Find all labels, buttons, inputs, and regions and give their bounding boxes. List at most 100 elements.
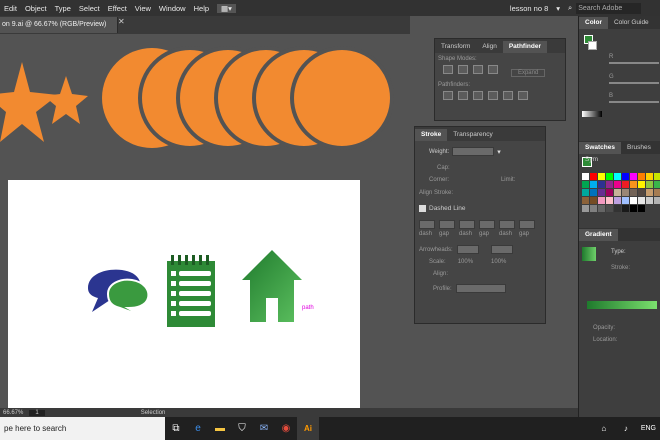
divide-button[interactable]	[443, 91, 453, 100]
menu-type[interactable]: Type	[51, 4, 75, 13]
trim-button[interactable]	[458, 91, 468, 100]
swatch[interactable]	[614, 173, 621, 180]
expand-button[interactable]: Expand	[510, 69, 546, 77]
swatch[interactable]	[582, 181, 589, 188]
swatch[interactable]	[630, 173, 637, 180]
arrowhead-start-select[interactable]	[456, 245, 479, 254]
tab-stroke[interactable]: Stroke	[415, 129, 448, 141]
tab-align[interactable]: Align	[476, 41, 502, 53]
swatch[interactable]	[654, 181, 660, 188]
illustrator-icon[interactable]: Ai	[297, 417, 319, 440]
swatch[interactable]	[598, 181, 605, 188]
tab-gradient[interactable]: Gradient	[579, 229, 618, 241]
swatch[interactable]	[614, 197, 621, 204]
swatch[interactable]	[630, 181, 637, 188]
orange-artwork[interactable]	[0, 40, 410, 150]
file-explorer-icon[interactable]: ▬	[209, 417, 231, 440]
arrange-icon[interactable]: ▦▾	[217, 3, 236, 13]
dash-field-3[interactable]	[499, 220, 515, 229]
weight-field[interactable]	[452, 147, 495, 156]
menu-effect[interactable]: Effect	[104, 4, 131, 13]
volume-icon[interactable]: ♪	[615, 417, 637, 440]
swatch[interactable]	[638, 205, 645, 212]
task-view-icon[interactable]: ⧉	[165, 417, 187, 440]
swatch[interactable]	[654, 197, 660, 204]
swatch[interactable]	[622, 205, 629, 212]
dash-field-2[interactable]	[459, 220, 475, 229]
swatch[interactable]	[630, 205, 637, 212]
swatch[interactable]	[590, 173, 597, 180]
swatch[interactable]	[582, 189, 589, 196]
swatch[interactable]	[614, 189, 621, 196]
swatch[interactable]	[606, 173, 613, 180]
scale-end-field[interactable]: 100%	[491, 259, 506, 265]
dashed-line-checkbox[interactable]	[419, 205, 426, 212]
workspace-chevron-icon[interactable]: ▾	[552, 4, 564, 13]
swatch[interactable]	[590, 205, 597, 212]
swatch[interactable]	[622, 197, 629, 204]
tab-swatches[interactable]: Swatches	[579, 142, 621, 154]
swatch[interactable]	[582, 197, 589, 204]
swatch[interactable]	[630, 197, 637, 204]
swatch-grid[interactable]	[582, 173, 660, 223]
swatch[interactable]	[638, 173, 645, 180]
chat-bubble-icon[interactable]	[84, 266, 154, 318]
tab-color[interactable]: Color	[579, 17, 608, 29]
swatch[interactable]	[614, 205, 621, 212]
minus-front-button[interactable]	[458, 65, 468, 74]
swatch[interactable]	[646, 173, 653, 180]
swatch[interactable]	[606, 189, 613, 196]
swatch[interactable]	[606, 197, 613, 204]
menu-help[interactable]: Help	[190, 4, 213, 13]
swatch[interactable]	[622, 181, 629, 188]
language-indicator[interactable]: ENG	[637, 425, 660, 432]
unite-button[interactable]	[443, 65, 453, 74]
swatch[interactable]	[590, 197, 597, 204]
swatch[interactable]	[598, 189, 605, 196]
swatch[interactable]	[638, 189, 645, 196]
menu-object[interactable]: Object	[21, 4, 51, 13]
swatch[interactable]	[646, 189, 653, 196]
b-slider[interactable]	[609, 101, 659, 103]
exclude-button[interactable]	[488, 65, 498, 74]
menu-select[interactable]: Select	[75, 4, 104, 13]
menu-edit[interactable]: Edit	[0, 4, 21, 13]
dash-field-1[interactable]	[419, 220, 435, 229]
edge-icon[interactable]: e	[187, 417, 209, 440]
gap-field-2[interactable]	[479, 220, 495, 229]
tab-symbols[interactable]: Sym	[579, 154, 604, 166]
profile-select[interactable]	[455, 284, 506, 293]
merge-button[interactable]	[473, 91, 483, 100]
gradient-slider[interactable]	[587, 301, 657, 309]
swatch[interactable]	[654, 173, 660, 180]
scale-start-field[interactable]: 100%	[458, 259, 473, 265]
swatch[interactable]	[614, 181, 621, 188]
arrowhead-end-select[interactable]	[490, 245, 513, 254]
menu-view[interactable]: View	[131, 4, 155, 13]
intersect-button[interactable]	[473, 65, 483, 74]
swatch[interactable]	[638, 197, 645, 204]
swatch[interactable]	[606, 205, 613, 212]
swatch[interactable]	[654, 189, 660, 196]
network-icon[interactable]: ⌂	[593, 417, 615, 440]
crop-button[interactable]	[488, 91, 498, 100]
r-slider[interactable]	[609, 62, 659, 64]
none-white-black-picker[interactable]	[582, 111, 602, 117]
g-slider[interactable]	[609, 82, 659, 84]
swatch[interactable]	[590, 189, 597, 196]
weight-dropdown-icon[interactable]: ▾	[497, 148, 501, 156]
zoom-level[interactable]: 66.67%	[3, 410, 23, 416]
gradient-preview[interactable]	[582, 247, 596, 261]
tab-transparency[interactable]: Transparency	[447, 129, 499, 141]
swatch[interactable]	[598, 205, 605, 212]
store-icon[interactable]: ⛉	[231, 417, 253, 440]
swatch[interactable]	[630, 189, 637, 196]
house-icon[interactable]	[240, 248, 304, 324]
swatch[interactable]	[606, 181, 613, 188]
search-input[interactable]: Search Adobe Stock	[576, 2, 642, 14]
tab-color-guide[interactable]: Color Guide	[608, 17, 655, 29]
gap-field-1[interactable]	[439, 220, 455, 229]
menu-window[interactable]: Window	[155, 4, 190, 13]
minus-back-button[interactable]	[518, 91, 528, 100]
swatch[interactable]	[638, 181, 645, 188]
